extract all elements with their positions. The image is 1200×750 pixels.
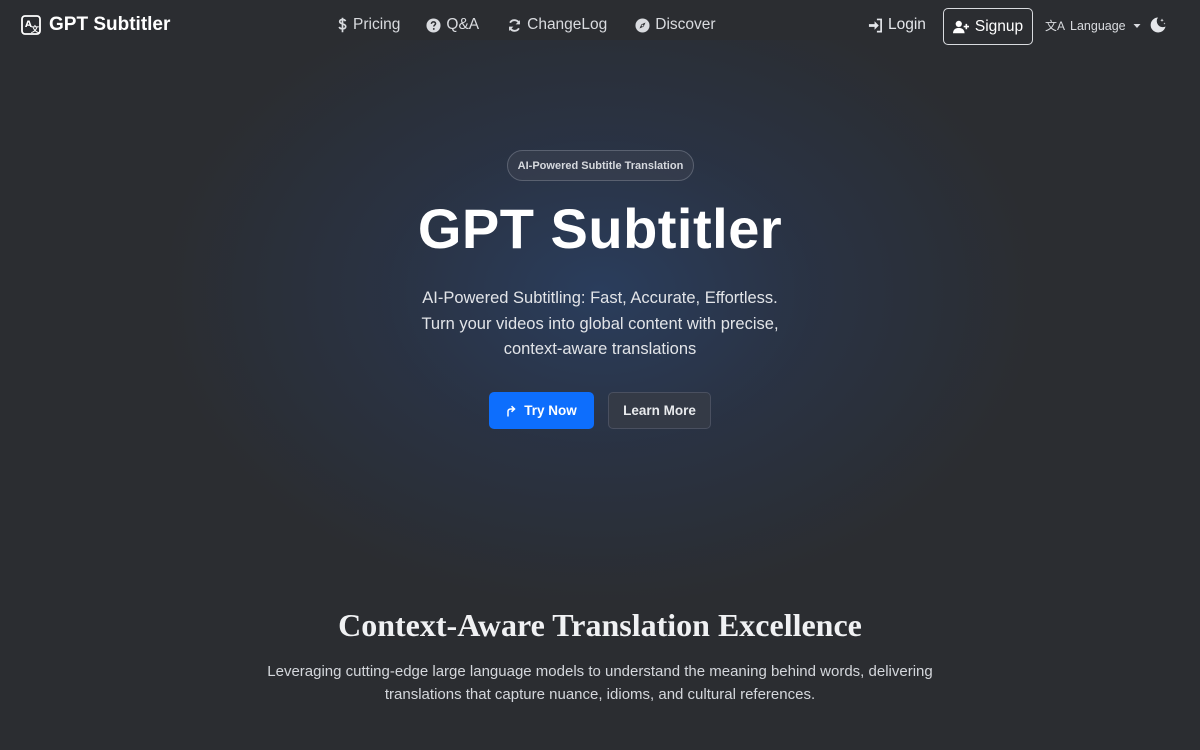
theme-toggle-moon-icon[interactable]: [1149, 16, 1167, 34]
nav-qa[interactable]: Q&A: [426, 16, 479, 34]
login-label: Login: [888, 16, 926, 33]
hero-subtitle: AI-Powered Subtitling: Fast, Accurate, E…: [380, 286, 820, 363]
brand-logo[interactable]: A 文 GPT Subtitler: [21, 14, 170, 36]
nav-pricing-label: Pricing: [353, 16, 401, 33]
hero-title: GPT Subtitler: [417, 197, 783, 260]
caret-down-icon: [1133, 23, 1141, 28]
learn-more-button[interactable]: Learn More: [608, 392, 711, 429]
language-label: Language: [1070, 18, 1126, 33]
nav-discover[interactable]: Discover: [635, 16, 716, 34]
section-description: Leveraging cutting-edge large language m…: [250, 661, 950, 706]
hero-badge: AI-Powered Subtitle Translation: [507, 150, 694, 181]
svg-text:文: 文: [31, 24, 40, 34]
refresh-icon: [509, 18, 521, 32]
user-plus-icon: [952, 20, 969, 33]
signup-button[interactable]: Signup: [943, 8, 1033, 45]
language-icon: 文A: [1045, 19, 1066, 33]
translate-logo-icon: A 文: [21, 15, 41, 35]
navbar: A 文 GPT Subtitler Pricing Q&A ChangeLog: [0, 0, 1200, 53]
question-circle-icon: [426, 17, 441, 33]
section-title: Context-Aware Translation Excellence: [338, 607, 862, 643]
nav-pricing[interactable]: Pricing: [337, 16, 400, 34]
language-dropdown[interactable]: 文A Language: [1045, 17, 1141, 34]
compass-icon: [635, 17, 650, 33]
signup-label: Signup: [974, 17, 1024, 35]
arrow-up-right-icon: [507, 405, 516, 416]
hero-subtitle-line: Turn your videos into global content wit…: [421, 314, 779, 333]
brand-name: GPT Subtitler: [49, 14, 171, 35]
login-link[interactable]: Login: [868, 16, 926, 34]
section-description-line: Leveraging cutting-edge large language m…: [267, 663, 933, 680]
main-nav: Pricing Q&A ChangeLog Discover: [337, 16, 716, 34]
try-now-label: Try Now: [524, 403, 577, 418]
hero-subtitle-line: context-aware translations: [503, 340, 697, 358]
dollar-icon: [338, 17, 347, 33]
sign-in-icon: [868, 18, 882, 32]
section-description-line: translations that capture nuance, idioms…: [384, 685, 816, 703]
nav-changelog-label: ChangeLog: [527, 16, 608, 33]
nav-qa-label: Q&A: [446, 16, 480, 33]
nav-changelog[interactable]: ChangeLog: [507, 16, 607, 34]
hero-subtitle-line: AI-Powered Subtitling: Fast, Accurate, E…: [422, 289, 778, 307]
nav-discover-label: Discover: [655, 16, 716, 33]
try-now-button[interactable]: Try Now: [489, 392, 594, 429]
